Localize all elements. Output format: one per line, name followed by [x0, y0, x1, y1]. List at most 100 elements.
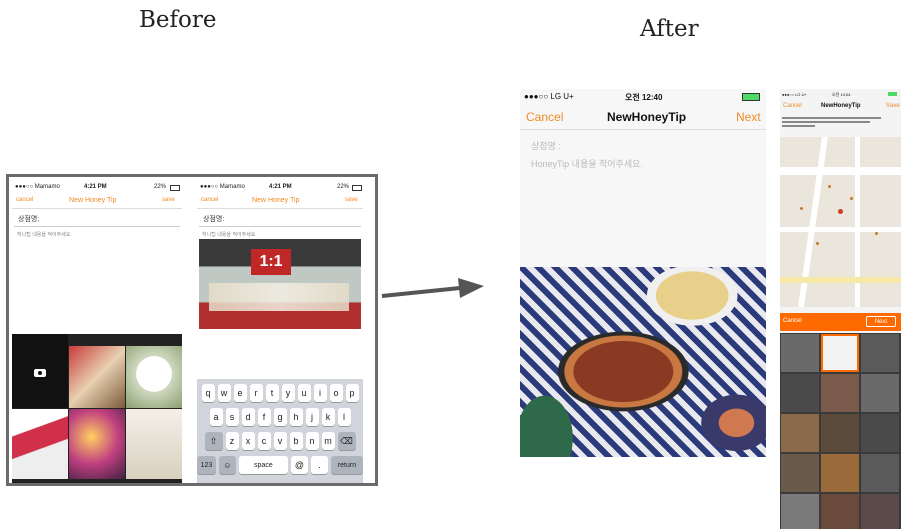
photo-thumbnail-selected[interactable] — [821, 334, 859, 372]
carrier-label: ●●●○○ Mamamo — [200, 184, 245, 190]
photo-thumbnail[interactable] — [861, 334, 899, 372]
battery-label: 22% — [154, 184, 167, 190]
emoji-key[interactable]: ☺ — [218, 456, 236, 474]
key-z[interactable]: z — [225, 432, 239, 450]
after-heading: After — [640, 16, 699, 42]
store-name-field[interactable]: 상점명: — [199, 209, 361, 227]
battery-icon — [742, 93, 760, 101]
key-u[interactable]: u — [297, 384, 311, 402]
photo-thumbnail[interactable] — [126, 346, 182, 408]
key-p[interactable]: p — [345, 384, 359, 402]
cancel-button[interactable]: cancel — [201, 197, 218, 203]
delete-key-icon[interactable]: ⌫ — [337, 432, 356, 450]
key-l[interactable]: l — [337, 408, 351, 426]
photo-thumbnail[interactable] — [781, 374, 819, 412]
photo-thumbnail[interactable] — [12, 409, 68, 479]
poi-marker-icon[interactable] — [828, 185, 831, 188]
carrier-label: ●●●○○ Mamamo — [15, 184, 60, 190]
nav-title: New Honey Tip — [69, 197, 117, 204]
key-x[interactable]: x — [241, 432, 255, 450]
photo-thumbnail[interactable] — [781, 334, 819, 372]
before-phone-1: ●●●○○ Mamamo 4:21 PM 22% cancel New Hone… — [12, 182, 182, 483]
before-phone-2: ●●●○○ Mamamo 4:21 PM 22% cancel New Hone… — [197, 182, 363, 483]
key-e[interactable]: e — [233, 384, 247, 402]
map-view[interactable] — [780, 137, 901, 307]
after-phone-main: ●●●○○ LG U+ 오전 12:40 Cancel NewHoneyTip … — [520, 89, 766, 457]
status-bar: ●●●○○ Mamamo 4:21 PM 22% — [12, 182, 182, 194]
shift-key-icon[interactable]: ⇧ — [204, 432, 223, 450]
key-a[interactable]: a — [209, 408, 223, 426]
poi-marker-icon[interactable] — [816, 242, 819, 245]
key-k[interactable]: k — [321, 408, 335, 426]
photo-thumbnail[interactable] — [861, 374, 899, 412]
photo-thumbnail[interactable] — [821, 454, 859, 492]
clock: 오전 12:40 — [625, 93, 663, 102]
content-field[interactable]: 허니팁 내용을 적어주세요. — [12, 227, 182, 242]
nav-bar: cancel New Honey Tip save — [197, 194, 363, 209]
next-button[interactable]: Next — [736, 110, 761, 124]
key-o[interactable]: o — [329, 384, 343, 402]
key-t[interactable]: t — [265, 384, 279, 402]
store-name-input[interactable]: 상점명 : — [531, 139, 561, 152]
at-key[interactable]: @ — [290, 456, 308, 474]
key-d[interactable]: d — [241, 408, 255, 426]
status-bar: ●●●○○ Mamamo 4:21 PM 22% — [197, 182, 363, 194]
photo-thumbnail[interactable] — [69, 346, 125, 408]
photo-picker — [12, 334, 182, 483]
key-m[interactable]: m — [321, 432, 335, 450]
dot-key[interactable]: . — [310, 456, 328, 474]
photo-thumbnail[interactable] — [69, 409, 125, 479]
photo-thumbnail[interactable] — [781, 414, 819, 452]
battery-label: 22% — [337, 184, 350, 190]
return-key[interactable]: return — [330, 456, 363, 474]
store-name-field[interactable]: 상점명: — [14, 209, 180, 227]
key-f[interactable]: f — [257, 408, 271, 426]
camera-tile[interactable] — [12, 334, 68, 408]
picker-cancel-button[interactable]: Cancel — [783, 318, 802, 324]
camera-icon — [34, 369, 46, 377]
after-phone-side: ●●●○○ LG U+ 오전 10:04 Cancel NewHoneyTip … — [780, 89, 901, 529]
attached-photo: 1:1 — [199, 239, 361, 329]
photo-thumbnail[interactable] — [126, 409, 182, 479]
photo-sign: 1:1 — [251, 249, 291, 275]
photo-thumbnail[interactable] — [861, 494, 899, 529]
carrier-label: ●●●○○ LG U+ — [782, 92, 807, 97]
key-q[interactable]: q — [201, 384, 215, 402]
key-y[interactable]: y — [281, 384, 295, 402]
photo-thumbnail[interactable] — [861, 414, 899, 452]
key-c[interactable]: c — [257, 432, 271, 450]
poi-marker-icon[interactable] — [850, 197, 853, 200]
cancel-button[interactable]: Cancel — [526, 110, 563, 124]
poi-marker-icon[interactable] — [875, 232, 878, 235]
picker-next-button[interactable]: Next — [866, 316, 896, 327]
key-h[interactable]: h — [289, 408, 303, 426]
photo-thumbnail[interactable] — [821, 494, 859, 529]
key-s[interactable]: s — [225, 408, 239, 426]
key-b[interactable]: b — [289, 432, 303, 450]
photo-thumbnail[interactable] — [821, 414, 859, 452]
numbers-key[interactable]: 123 — [197, 456, 216, 474]
save-button[interactable]: save — [162, 197, 175, 203]
onscreen-keyboard: qwertyuiop asdfghjkl ⇧ z x c v b n m ⌫ 123 ☺ spa… — [197, 379, 363, 483]
key-j[interactable]: j — [305, 408, 319, 426]
key-g[interactable]: g — [273, 408, 287, 426]
key-n[interactable]: n — [305, 432, 319, 450]
key-i[interactable]: i — [313, 384, 327, 402]
map-pin-icon[interactable] — [838, 209, 843, 214]
space-key[interactable]: space — [238, 456, 288, 474]
save-button[interactable]: Save — [886, 103, 900, 109]
key-r[interactable]: r — [249, 384, 263, 402]
clock: 4:21 PM — [84, 184, 107, 190]
poi-marker-icon[interactable] — [800, 207, 803, 210]
before-heading: Before — [139, 7, 217, 33]
cancel-button[interactable]: Cancel — [783, 103, 802, 109]
cancel-button[interactable]: cancel — [16, 197, 33, 203]
key-w[interactable]: w — [217, 384, 231, 402]
photo-thumbnail[interactable] — [781, 454, 819, 492]
content-input[interactable]: HoneyTip 내용을 적어주세요. — [531, 157, 643, 170]
photo-thumbnail[interactable] — [861, 454, 899, 492]
save-button[interactable]: save — [345, 197, 358, 203]
photo-thumbnail[interactable] — [781, 494, 819, 529]
photo-thumbnail[interactable] — [821, 374, 859, 412]
key-v[interactable]: v — [273, 432, 287, 450]
